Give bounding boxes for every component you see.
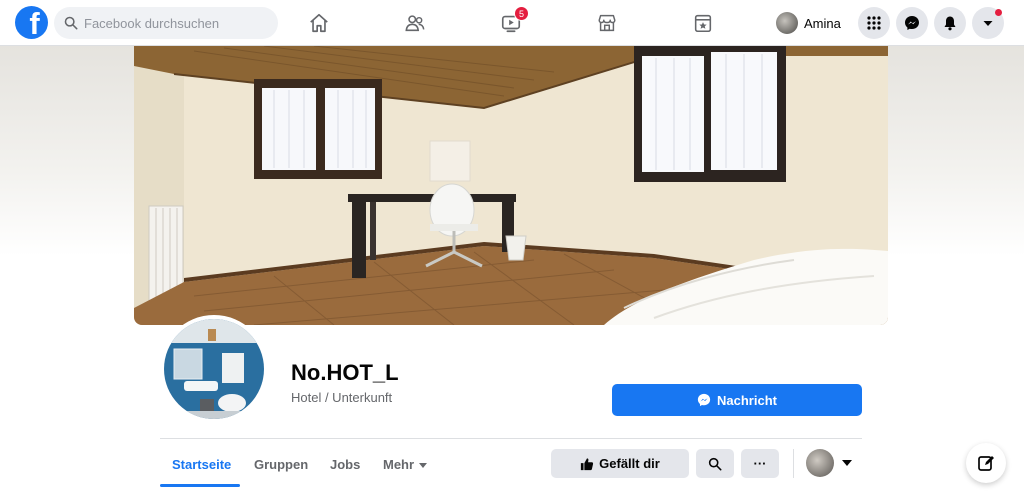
menu-grid-icon <box>867 16 881 30</box>
chevron-down-icon <box>419 463 428 469</box>
like-button-label: Gefällt dir <box>599 456 660 471</box>
like-button[interactable]: Gefällt dir <box>551 449 689 478</box>
bell-icon <box>944 16 956 31</box>
more-options-label: ··· <box>753 456 767 471</box>
profile-name: Amina <box>804 15 841 31</box>
notification-dot <box>995 9 1002 16</box>
search-input[interactable]: Facebook durchsuchen <box>54 7 278 39</box>
tab-gruppen[interactable]: Gruppen <box>254 457 308 472</box>
notifications-button[interactable] <box>934 7 966 39</box>
thumbs-up-icon <box>581 457 594 470</box>
page-title: No.HOT_L <box>291 360 399 385</box>
compose-button[interactable] <box>966 443 1006 483</box>
action-separator <box>793 449 794 478</box>
account-caret-icon <box>983 21 993 26</box>
tab-jobs[interactable]: Jobs <box>330 457 360 472</box>
search-placeholder: Facebook durchsuchen <box>84 15 220 31</box>
compose-icon <box>978 456 994 471</box>
more-options-button[interactable]: ··· <box>741 449 779 478</box>
avatar <box>806 449 834 477</box>
home-icon[interactable] <box>304 8 334 38</box>
facebook-logo[interactable]: f <box>15 6 48 39</box>
tab-startseite[interactable]: Startseite <box>172 457 231 472</box>
account-menu-button[interactable] <box>972 7 1004 39</box>
page-switcher[interactable] <box>806 449 852 477</box>
tab-mehr[interactable]: Mehr <box>383 457 428 472</box>
marketplace-icon[interactable] <box>592 8 622 38</box>
page-avatar[interactable] <box>160 315 268 423</box>
menu-grid-button[interactable] <box>858 7 890 39</box>
messenger-button[interactable] <box>896 7 928 39</box>
message-button[interactable]: Nachricht <box>612 384 862 416</box>
messenger-icon <box>697 393 711 407</box>
gaming-icon[interactable] <box>688 8 718 38</box>
page-category: Hotel / Unterkunft <box>291 390 393 405</box>
avatar <box>776 12 798 34</box>
watch-badge: 5 <box>514 6 529 21</box>
search-icon <box>64 16 78 30</box>
top-navigation: f Facebook durchsuchen 5 Amina <box>0 0 1024 46</box>
message-button-label: Nachricht <box>717 392 777 408</box>
search-icon <box>708 457 722 470</box>
watch-icon[interactable]: 5 <box>496 6 529 38</box>
search-page-button[interactable] <box>696 449 734 478</box>
profile-chip[interactable]: Amina <box>776 8 841 38</box>
chevron-down-icon <box>842 460 852 466</box>
messenger-icon <box>905 16 919 30</box>
active-tab-indicator <box>160 484 240 487</box>
tab-mehr-label: Mehr <box>383 457 415 472</box>
friends-icon[interactable] <box>400 8 430 38</box>
section-divider <box>160 438 862 439</box>
cover-photo[interactable] <box>134 46 888 325</box>
